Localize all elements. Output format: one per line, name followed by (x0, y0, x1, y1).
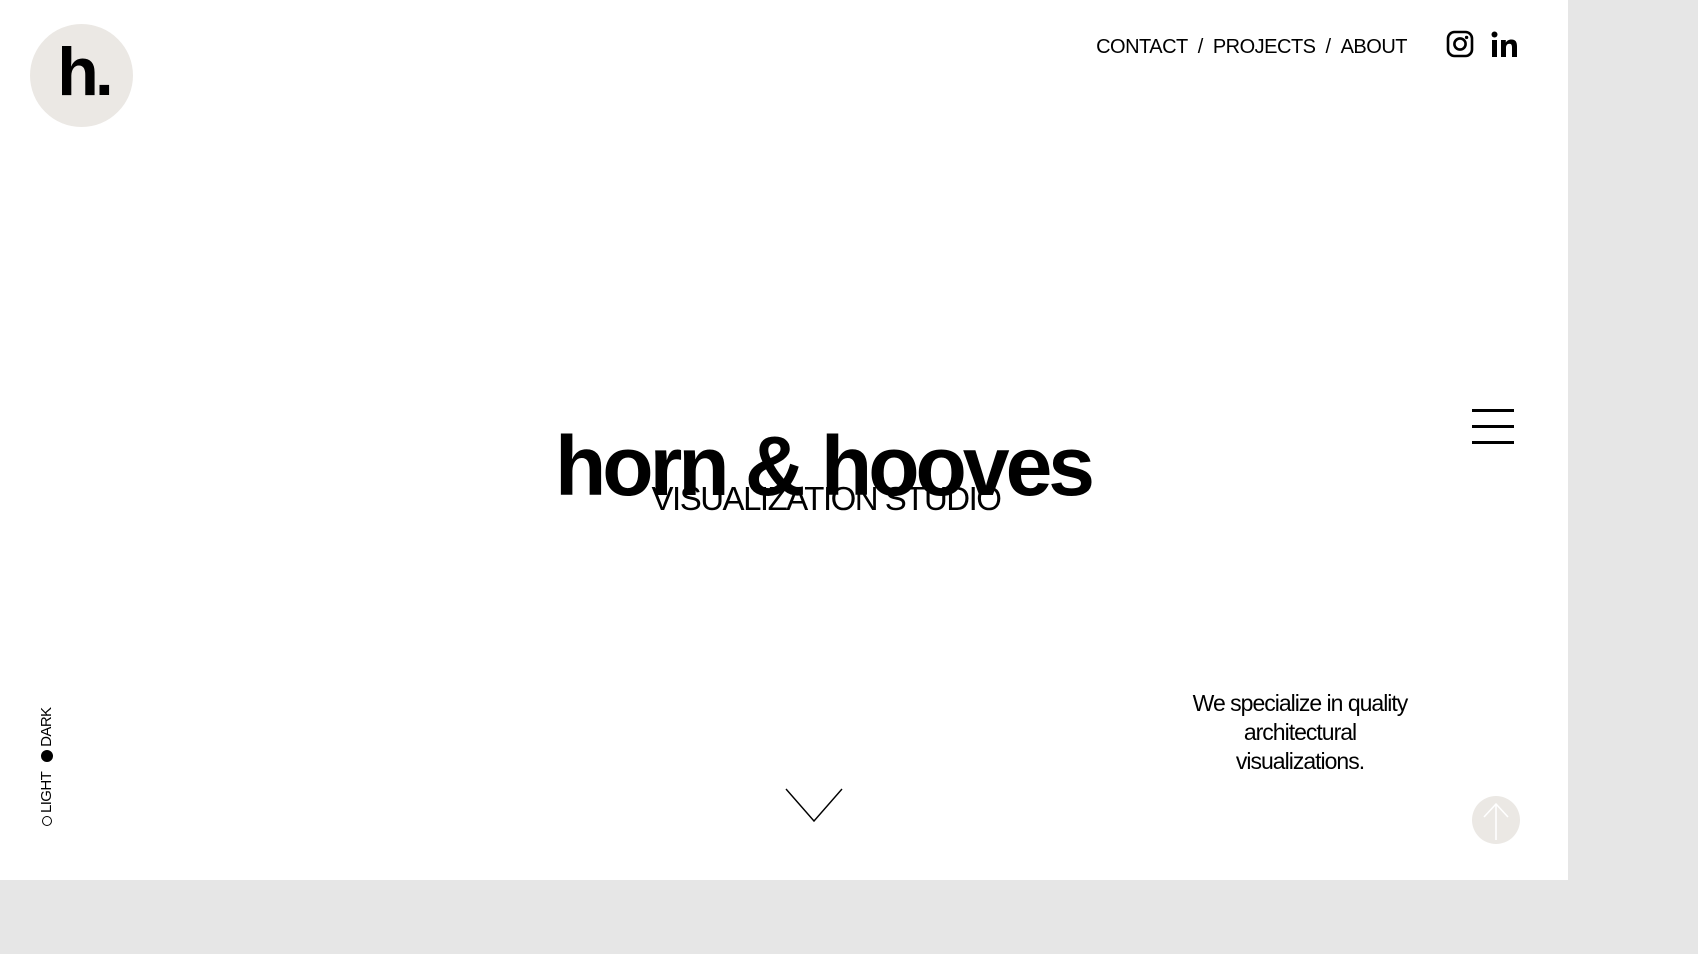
theme-dark-label: DARK (38, 707, 55, 747)
nav-separator: / (1325, 36, 1332, 58)
radio-empty-icon (41, 816, 52, 826)
browser-gutter-right (1568, 0, 1698, 954)
menu-bar (1472, 425, 1514, 428)
logo-text: h. (57, 33, 113, 110)
logo[interactable]: h. (30, 24, 133, 127)
hero-subtitle: VISUALIZATION STUDIO (651, 480, 1002, 517)
arrow-up-icon (1483, 802, 1509, 840)
nav-separator: / (1197, 36, 1204, 58)
nav-contact[interactable]: CONTACT (1096, 36, 1188, 59)
browser-gutter-bottom (0, 880, 1568, 954)
radio-filled-icon (40, 749, 53, 762)
nav-about[interactable]: ABOUT (1341, 36, 1408, 59)
linkedin-icon[interactable] (1490, 30, 1520, 60)
scroll-down-arrow-icon[interactable] (784, 786, 844, 824)
theme-dark-option[interactable]: DARK (38, 708, 55, 762)
nav-projects[interactable]: PROJECTS (1213, 36, 1316, 59)
theme-light-option[interactable]: LIGHT (38, 772, 55, 826)
theme-light-label: LIGHT (38, 771, 55, 813)
theme-switch: LIGHT DARK (28, 706, 55, 836)
menu-bar (1472, 441, 1514, 444)
tagline: We specialize in quality architectural v… (1192, 690, 1409, 774)
menu-bar (1472, 409, 1514, 412)
hamburger-menu-button[interactable] (1472, 408, 1514, 444)
top-nav: CONTACT / PROJECTS / ABOUT (1096, 36, 1407, 59)
back-to-top-button[interactable] (1472, 796, 1520, 844)
page-viewport: h. CONTACT / PROJECTS / ABOUT horn & hoo… (0, 0, 1568, 880)
instagram-icon[interactable] (1446, 30, 1474, 58)
